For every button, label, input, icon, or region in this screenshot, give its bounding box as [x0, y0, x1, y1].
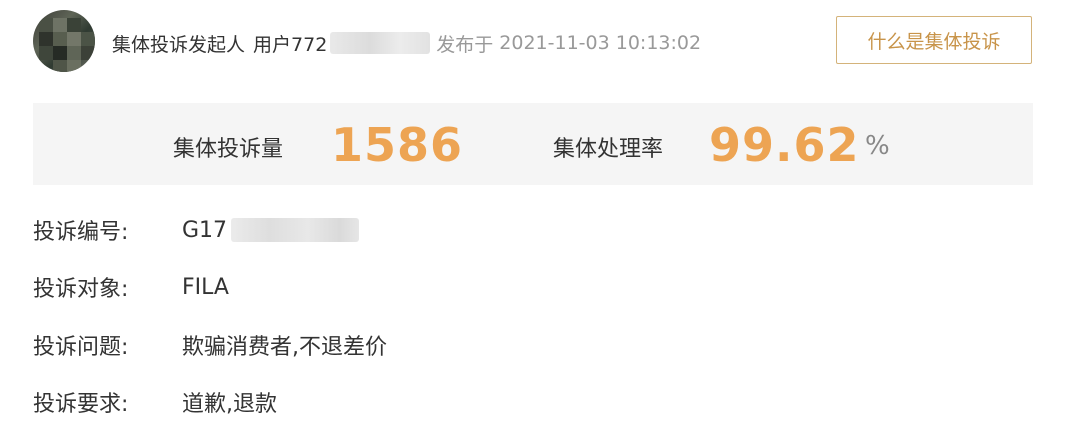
complaint-number-value: G17: [182, 217, 228, 243]
what-is-collective-complaint-button[interactable]: 什么是集体投诉: [836, 16, 1032, 64]
published-time: 2021-11-03 10:13:02: [499, 32, 702, 54]
username-link[interactable]: 用户772: [253, 30, 327, 57]
processing-rate-value: 99.62: [709, 118, 860, 172]
avatar[interactable]: [33, 10, 95, 72]
published-label: 发布于: [436, 33, 494, 56]
complaint-issue-value: 欺骗消费者,不退差价: [182, 335, 387, 360]
processing-rate-unit: %: [865, 131, 890, 161]
redacted-username-blur: [330, 32, 431, 54]
complaint-demand-value: 道歉,退款: [182, 392, 277, 417]
redacted-number-blur: [231, 218, 360, 242]
complaint-count-label: 集体投诉量: [173, 137, 284, 162]
stats-bar: 集体投诉量 1586 集体处理率 99.62 %: [33, 103, 1033, 185]
field-complaint-target: 投诉对象: FILA: [33, 270, 229, 304]
complaint-count-value: 1586: [331, 118, 464, 172]
initiator-label: 集体投诉发起人: [112, 33, 246, 56]
complaint-target-value[interactable]: FILA: [182, 275, 229, 300]
field-label: 投诉编号:: [33, 220, 129, 245]
processing-rate-label: 集体处理率: [553, 137, 664, 162]
field-label: 投诉要求:: [33, 392, 129, 417]
initiator-info: 集体投诉发起人 用户772 发布于 2021-11-03 10:13:02: [112, 30, 701, 56]
field-label: 投诉对象:: [33, 277, 129, 302]
field-complaint-demand: 投诉要求: 道歉,退款: [33, 385, 277, 419]
field-label: 投诉问题:: [33, 335, 129, 360]
field-value: G17: [182, 217, 360, 243]
field-complaint-issue: 投诉问题: 欺骗消费者,不退差价: [33, 328, 387, 362]
field-complaint-number: 投诉编号: G17: [33, 213, 360, 247]
